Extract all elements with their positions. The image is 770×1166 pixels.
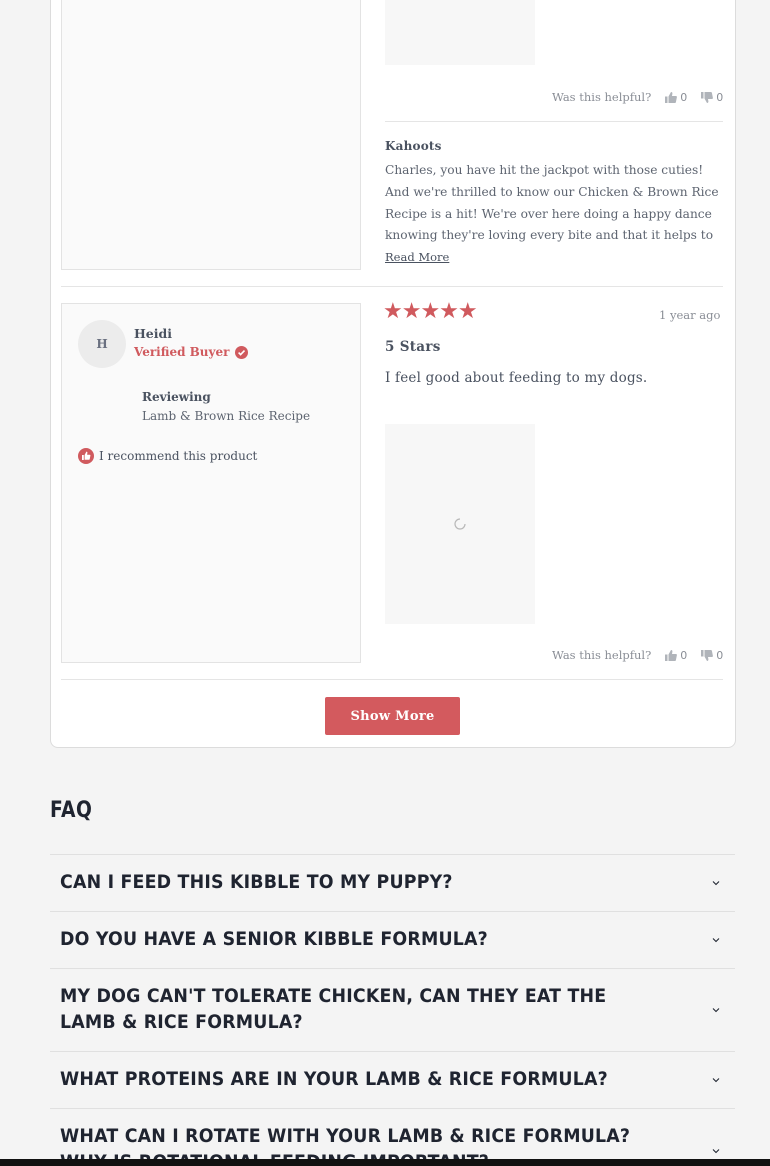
- divider: [385, 121, 723, 122]
- bottom-bar: [0, 1159, 770, 1166]
- faq-item[interactable]: DO YOU HAVE A SENIOR KIBBLE FORMULA?: [50, 911, 735, 968]
- read-more-link[interactable]: Read More: [385, 250, 449, 264]
- thumbs-down-icon: [701, 649, 714, 661]
- reviewer-name: Heidi: [134, 326, 173, 341]
- chevron-down-icon: [712, 881, 720, 886]
- avatar: H: [78, 320, 126, 368]
- faq-question: DO YOU HAVE A SENIOR KIBBLE FORMULA?: [60, 929, 488, 950]
- verified-label: Verified Buyer: [134, 345, 230, 359]
- reply-author: Kahoots: [385, 139, 442, 153]
- star-rating: ★★★★★: [383, 299, 478, 324]
- review-title: 5 Stars: [385, 339, 441, 355]
- reviewed-product-link[interactable]: Lamb & Brown Rice Recipe: [142, 409, 310, 423]
- chevron-down-icon: [712, 1149, 720, 1154]
- review-divider: [61, 679, 723, 680]
- review-date: 1 year ago: [659, 308, 721, 322]
- faq-heading: FAQ: [50, 798, 93, 823]
- review-body: I feel good about feeding to my dogs.: [385, 370, 648, 386]
- check-circle-icon: [235, 345, 249, 359]
- verified-buyer-badge: Verified Buyer: [134, 345, 249, 359]
- reply-line: And we're thrilled to know our Chicken &…: [385, 184, 719, 199]
- reply-line: knowing they're loving every bite and th…: [385, 228, 714, 243]
- faq-question: WHAT CAN I ROTATE WITH YOUR LAMB & RICE …: [60, 1126, 631, 1159]
- thumbs-up-icon: [665, 91, 678, 103]
- helpful-no-count: 0: [716, 90, 724, 104]
- helpful-label: Was this helpful?: [552, 648, 652, 662]
- review-author-panel-prev: [61, 0, 361, 270]
- helpful-yes-button[interactable]: 0: [665, 649, 687, 662]
- thumbs-up-badge-icon: [78, 448, 94, 464]
- chevron-down-icon: [712, 1078, 720, 1083]
- faq-item[interactable]: MY DOG CAN'T TOLERATE CHICKEN, CAN THEY …: [50, 968, 735, 1051]
- helpful-no-count: 0: [716, 648, 724, 662]
- faq-item[interactable]: CAN I FEED THIS KIBBLE TO MY PUPPY?: [50, 854, 735, 911]
- thumbs-down-icon: [701, 91, 714, 103]
- helpful-no-button[interactable]: 0: [701, 649, 723, 662]
- faq-question: MY DOG CAN'T TOLERATE CHICKEN, CAN THEY …: [60, 986, 607, 1033]
- helpful-label: Was this helpful?: [552, 90, 652, 104]
- reply-line: Charles, you have hit the jackpot with t…: [385, 163, 704, 177]
- helpful-yes-count: 0: [680, 648, 688, 662]
- faq-item[interactable]: WHAT CAN I ROTATE WITH YOUR LAMB & RICE …: [50, 1108, 735, 1159]
- reviewing-label: Reviewing: [142, 390, 211, 404]
- reply-line: Recipe is a hit! We're over here doing a…: [385, 206, 712, 221]
- chevron-down-icon: [712, 1008, 720, 1013]
- helpful-row: Was this helpful? 0 0: [552, 648, 723, 662]
- faq-item[interactable]: WHAT PROTEINS ARE IN YOUR LAMB & RICE FO…: [50, 1051, 735, 1108]
- reply-text: Charles, you have hit the jackpot with t…: [385, 160, 725, 247]
- review-photo-prev[interactable]: [385, 0, 535, 65]
- show-more-button[interactable]: Show More: [325, 697, 460, 735]
- helpful-yes-button[interactable]: 0: [665, 91, 687, 104]
- helpful-no-button[interactable]: 0: [701, 91, 723, 104]
- review-photo[interactable]: [385, 424, 535, 624]
- recommend-text: I recommend this product: [99, 449, 258, 463]
- recommend-row: I recommend this product: [78, 448, 257, 464]
- faq-question: WHAT PROTEINS ARE IN YOUR LAMB & RICE FO…: [60, 1069, 608, 1090]
- faq-question: CAN I FEED THIS KIBBLE TO MY PUPPY?: [60, 872, 453, 893]
- chevron-down-icon: [712, 938, 720, 943]
- helpful-row-prev: Was this helpful? 0 0: [552, 90, 723, 104]
- helpful-yes-count: 0: [680, 90, 688, 104]
- review-divider: [61, 286, 723, 287]
- loading-spinner-icon: [454, 518, 466, 530]
- thumbs-up-icon: [665, 649, 678, 661]
